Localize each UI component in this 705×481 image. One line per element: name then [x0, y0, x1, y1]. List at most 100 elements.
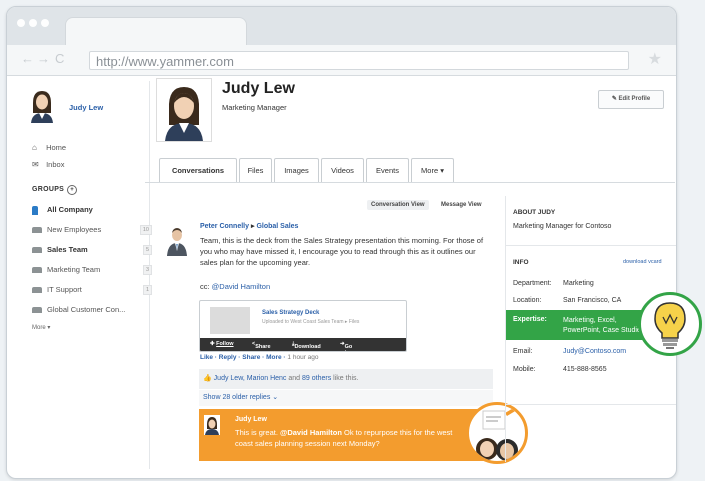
post-header: Peter Connelly ▸ Global Sales [200, 222, 298, 230]
bookmark-star-icon[interactable]: ★ [648, 49, 662, 69]
share-label: Share [255, 344, 271, 350]
back-arrow-icon[interactable]: ← [21, 51, 34, 66]
lightbulb-icon [638, 292, 702, 356]
sidebar-item-inbox[interactable]: ✉ Inbox [32, 160, 64, 169]
tabs-divider [145, 182, 675, 183]
reload-icon[interactable]: C [55, 51, 64, 66]
tab-more[interactable]: More ▾ [411, 158, 454, 182]
group-icon [32, 287, 42, 294]
group-label: Sales Team [47, 245, 88, 254]
sidebar-avatar[interactable] [29, 89, 55, 123]
info-key: Department: [513, 280, 552, 287]
reply-author-name[interactable]: Judy Lew [235, 416, 267, 423]
likes-and-text: and [288, 375, 301, 382]
pencil-icon: ✎ [611, 96, 617, 102]
forward-arrow-icon[interactable]: → [37, 51, 50, 66]
group-count-badge: 5 [142, 245, 152, 255]
url-input[interactable]: http://www.yammer.com [89, 51, 629, 70]
email-link[interactable]: Judy@Contoso.com [563, 348, 626, 355]
info-row-department: Department: Marketing [506, 280, 676, 294]
follow-label: Follow [216, 341, 234, 347]
profile-name: Judy Lew [222, 80, 295, 97]
sidebar-group-all-company[interactable]: All Company [32, 203, 152, 219]
post-cc: cc: @David Hamilton [200, 282, 270, 291]
sidebar-group-sales-team[interactable]: Sales Team 5 [32, 243, 152, 259]
download-vcard-link[interactable]: download vcard [623, 259, 662, 265]
group-icon [32, 307, 42, 314]
group-count-badge: 1 [142, 285, 152, 295]
show-older-replies-link[interactable]: Show 28 older replies ⌄ [199, 390, 493, 406]
about-heading: ABOUT JUDY [513, 209, 556, 216]
group-icon [32, 267, 42, 274]
attachment-title[interactable]: Sales Strategy Deck [262, 310, 319, 316]
follow-action[interactable]: ✚ Follow [210, 341, 234, 347]
message-view-button[interactable]: Message View [441, 200, 482, 210]
group-label: All Company [47, 205, 93, 214]
sidebar-group-new-employees[interactable]: New Employees 10 [32, 223, 152, 239]
window-dot-minimize[interactable] [29, 19, 37, 27]
breadcrumb-arrow-icon: ▸ [250, 223, 255, 230]
info-value: San Francisco, CA [563, 297, 622, 304]
profile-avatar [156, 78, 212, 142]
tab-files[interactable]: Files [239, 158, 272, 182]
cc-prefix: cc: [200, 282, 212, 291]
sidebar-item-home[interactable]: ⌂ Home [32, 143, 66, 152]
profile-title: Marketing Manager [222, 103, 287, 112]
likers-link[interactable]: Judy Lew, Marion Henc [214, 375, 287, 382]
edit-profile-label: Edit Profile [618, 96, 651, 102]
post-author-avatar[interactable] [166, 226, 188, 256]
tab-events[interactable]: Events [366, 158, 409, 182]
post-group-link[interactable]: Global Sales [256, 223, 298, 230]
attachment-actions-bar: ✚ Follow < Share ⤓ Download ➜ Go to File [200, 338, 406, 351]
add-group-icon[interactable]: + [67, 185, 78, 195]
group-icon [32, 247, 42, 254]
home-icon: ⌂ [32, 143, 37, 152]
title-bar [7, 7, 676, 46]
post-author-link[interactable]: Peter Connelly [200, 223, 249, 230]
likes-others-link[interactable]: 89 others [302, 375, 331, 382]
reply-mention-link[interactable]: @David Hamilton [280, 428, 342, 437]
group-icon [32, 227, 42, 234]
post-body: Team, this is the deck from the Sales St… [200, 236, 484, 267]
attachment-card[interactable]: Sales Strategy Deck Uploaded to West Coa… [199, 300, 407, 352]
tab-conversations[interactable]: Conversations [159, 158, 237, 183]
groups-heading: GROUPS + [32, 185, 78, 195]
likes-bar: 👍 Judy Lew, Marion Henc and 89 others li… [199, 369, 493, 389]
reply-author-avatar[interactable] [204, 415, 220, 435]
info-key: Email: [513, 348, 533, 355]
reply-prefix: This is great. [235, 428, 281, 437]
go-to-file-label: Go to File [344, 344, 353, 351]
inbox-icon: ✉ [32, 160, 39, 169]
tab-videos[interactable]: Videos [321, 158, 364, 182]
group-label: New Employees [47, 225, 102, 234]
tab-images[interactable]: Images [274, 158, 319, 182]
sidebar-group-global-customer[interactable]: Global Customer Con... [32, 303, 152, 319]
building-icon [32, 205, 38, 215]
info-key: Location: [513, 297, 542, 304]
cc-mention-link[interactable]: @David Hamilton [212, 282, 270, 291]
reply-card: Judy Lew This is great. @David Hamilton … [199, 409, 493, 461]
info-divider [506, 404, 676, 405]
sidebar-group-marketing-team[interactable]: Marketing Team 3 [32, 263, 152, 279]
conversation-view-button[interactable]: Conversation View [367, 200, 429, 210]
sidebar-user-name[interactable]: Judy Lew [69, 103, 103, 112]
post-actions: Like · Reply · Share · More · 1 hour ago [200, 354, 319, 361]
sidebar-more-link[interactable]: More ▾ [32, 324, 50, 331]
window-dot-maximize[interactable] [41, 19, 49, 27]
attachment-thumbnail[interactable] [210, 307, 250, 334]
info-key: Mobile: [513, 366, 536, 373]
window-dot-close[interactable] [17, 19, 25, 27]
share-action[interactable]: < Share [252, 341, 271, 350]
about-text: Marketing Manager for Contoso [513, 223, 612, 230]
edit-profile-button[interactable]: ✎ Edit Profile [598, 90, 664, 109]
go-to-file-action[interactable]: ➜ Go to File [340, 341, 352, 351]
browser-tab[interactable] [65, 17, 247, 46]
download-action[interactable]: ⤓ Download [292, 341, 321, 350]
group-label: IT Support [47, 285, 82, 294]
thumbs-up-icon: 👍 [203, 375, 212, 382]
sidebar-item-label: Home [46, 143, 67, 152]
likes-suffix-text: like this. [333, 375, 359, 382]
sidebar-group-it-support[interactable]: IT Support 1 [32, 283, 152, 299]
post-action-links[interactable]: Like · Reply · Share · More · [200, 354, 286, 361]
attachment-subtitle: Uploaded to West Coast Sales Team ▸ File… [262, 319, 360, 325]
